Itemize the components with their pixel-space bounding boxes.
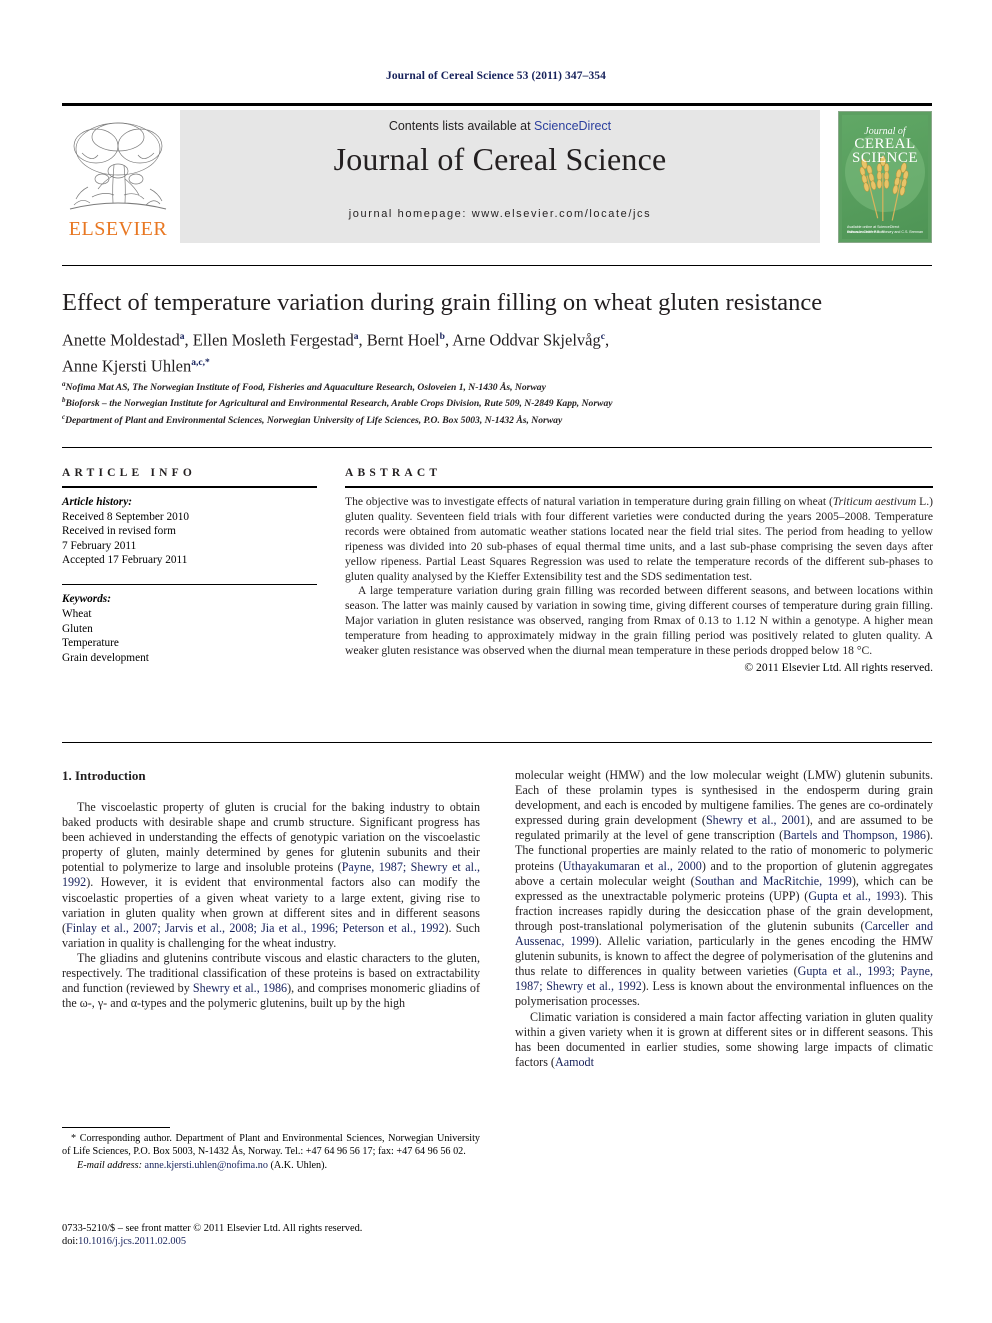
affiliation-item: bBioforsk – the Norwegian Institute for … <box>62 394 942 410</box>
author-list: Anette Moldestada, Ellen Mosleth Fergest… <box>62 330 610 376</box>
email-label: E-mail address: <box>77 1160 142 1172</box>
introduction-heading: 1. Introduction <box>62 768 146 783</box>
affiliation-text: Bioforsk – the Norwegian Institute for A… <box>65 398 613 410</box>
abstract-copyright: © 2011 Elsevier Ltd. All rights reserved… <box>744 660 933 674</box>
author-affil-marker: a <box>353 332 359 342</box>
footnote-rule <box>62 1127 170 1128</box>
citation-link[interactable]: Finlay et al., 2007; Jarvis et al., 2008… <box>66 921 445 935</box>
cover-bottom-right-text: Editors-in-Chief: P.R. Shewry and C.S. B… <box>847 229 923 234</box>
abstract-rule <box>345 486 933 488</box>
article-history-label: Article history: <box>62 496 132 508</box>
author-name: Bernt Hoel <box>366 330 440 350</box>
body-paragraph: The gliadins and glutenins contribute vi… <box>62 951 480 1011</box>
affiliation-list: aNofima Mat AS, The Norwegian Institute … <box>62 378 942 427</box>
masthead-top-rule <box>62 103 932 106</box>
doi-label: doi: <box>62 1236 79 1248</box>
elsevier-logo: ELSEVIER <box>62 113 174 243</box>
abstract-paragraph-2: A large temperature variation during gra… <box>345 584 933 658</box>
email-link[interactable]: anne.kjersti.uhlen@nofima.no <box>145 1160 268 1171</box>
keyword-item: Temperature <box>62 637 119 650</box>
keywords-block: Keywords: Wheat Gluten Temperature Grain… <box>62 583 317 665</box>
cover-line-2: CEREAL SCIENCE <box>842 137 928 166</box>
citation-link[interactable]: Gupta et al., 1993 <box>808 889 900 903</box>
history-line: Accepted 17 February 2011 <box>62 554 188 567</box>
keywords-rule <box>62 583 317 586</box>
author-name: Anette Moldestad <box>62 330 180 350</box>
email-note: E-mail address: anne.kjersti.uhlen@nofim… <box>62 1160 480 1173</box>
article-page: Journal of Cereal Science 53 (2011) 347–… <box>0 0 992 1323</box>
cover-background: Journal of CEREAL SCIENCE Available onli… <box>842 115 928 239</box>
body-paragraph: molecular weight (HMW) and the low molec… <box>515 768 933 1010</box>
keyword-item: Grain development <box>62 651 149 664</box>
keyword-item: Gluten <box>62 622 93 635</box>
author-affil-marker: b <box>439 332 445 342</box>
body-divider <box>62 742 932 743</box>
author-name: Anne Kjersti Uhlen <box>62 356 192 376</box>
sciencedirect-link[interactable]: ScienceDirect <box>534 119 611 133</box>
author-affil-marker: a,c,* <box>191 358 210 368</box>
contents-prefix: Contents lists available at <box>388 119 531 133</box>
keyword-item: Wheat <box>62 608 92 621</box>
citation-link[interactable]: Uthayakumaran et al., 2000 <box>563 859 702 873</box>
doi-link[interactable]: 10.1016/j.jcs.2011.02.005 <box>78 1236 186 1247</box>
abstract-column: ABSTRACT The objective was to investigat… <box>345 467 933 674</box>
citation-link[interactable]: Shewry et al., 2001 <box>706 813 806 827</box>
email-suffix: (A.K. Uhlen). <box>270 1160 328 1172</box>
page-title: Effect of temperature variation during g… <box>62 289 823 316</box>
article-info-heading: ARTICLE INFO <box>62 467 197 479</box>
info-divider <box>62 447 932 448</box>
affiliation-text: Department of Plant and Environmental Sc… <box>65 414 563 426</box>
citation-link[interactable]: Shewry et al., 1986 <box>193 981 287 995</box>
imprint-block: 0733-5210/$ – see front matter © 2011 El… <box>62 1222 562 1249</box>
contents-available-line: Contents lists available at ScienceDirec… <box>180 119 820 133</box>
corresponding-author-note: * Corresponding author. Department of Pl… <box>62 1133 480 1157</box>
author-affil-marker: c <box>600 332 605 342</box>
body-column-left: 1. Introduction The viscoelastic propert… <box>62 768 480 1011</box>
author-affil-marker: a <box>179 332 185 342</box>
running-head: Journal of Cereal Science 53 (2011) 347–… <box>385 70 606 82</box>
abstract-paragraph-1: The objective was to investigate effects… <box>345 495 933 584</box>
history-line: 7 February 2011 <box>62 539 137 552</box>
affiliation-item: cDepartment of Plant and Environmental S… <box>62 411 942 427</box>
history-line: Received 8 September 2010 <box>62 510 190 523</box>
author-name: Ellen Mosleth Fergestad <box>192 330 354 350</box>
abstract-p1-pre: The objective was to investigate effects… <box>345 495 833 508</box>
keywords-label: Keywords: <box>62 593 111 606</box>
journal-cover-thumbnail: Journal of CEREAL SCIENCE Available onli… <box>838 111 932 243</box>
citation-link[interactable]: Southan and MacRitchie, 1999 <box>695 874 852 888</box>
journal-homepage[interactable]: journal homepage: www.elsevier.com/locat… <box>180 208 820 220</box>
body-paragraph: The viscoelastic property of gluten is c… <box>62 800 480 951</box>
title-divider <box>62 265 932 266</box>
body-paragraph: Climatic variation is considered a main … <box>515 1010 933 1070</box>
body-column-right: molecular weight (HMW) and the low molec… <box>515 768 933 1070</box>
footnote-block: * Corresponding author. Department of Pl… <box>62 1127 480 1173</box>
article-info-column: ARTICLE INFO Article history: Received 8… <box>62 467 317 665</box>
article-info-rule <box>62 486 317 488</box>
abstract-p1-post: L.) gluten quality. Seventeen field tria… <box>345 495 934 583</box>
abstract-heading: ABSTRACT <box>345 467 442 479</box>
journal-title: Journal of Cereal Science <box>333 141 667 177</box>
affiliation-text: Nofima Mat AS, The Norwegian Institute o… <box>65 382 546 394</box>
imprint-doi-line: doi:10.1016/j.jcs.2011.02.005 <box>62 1235 562 1248</box>
history-line: Received in revised form <box>62 525 176 538</box>
citation-link[interactable]: Bartels and Thompson, 1986 <box>783 828 926 842</box>
imprint-front-matter: 0733-5210/$ – see front matter © 2011 El… <box>62 1223 363 1234</box>
author-name: Arne Oddvar Skjelvåg <box>452 330 601 350</box>
elsevier-wordmark: ELSEVIER <box>68 218 168 240</box>
citation-link[interactable]: Aamodt <box>555 1055 594 1069</box>
elsevier-tree-icon <box>69 122 167 210</box>
journal-masthead: ELSEVIER Contents lists available at Sci… <box>62 103 932 243</box>
cover-science-text: SCIENCE <box>851 150 918 166</box>
affiliation-item: aNofima Mat AS, The Norwegian Institute … <box>62 378 942 394</box>
species-name: Triticum aestivum <box>832 495 917 508</box>
